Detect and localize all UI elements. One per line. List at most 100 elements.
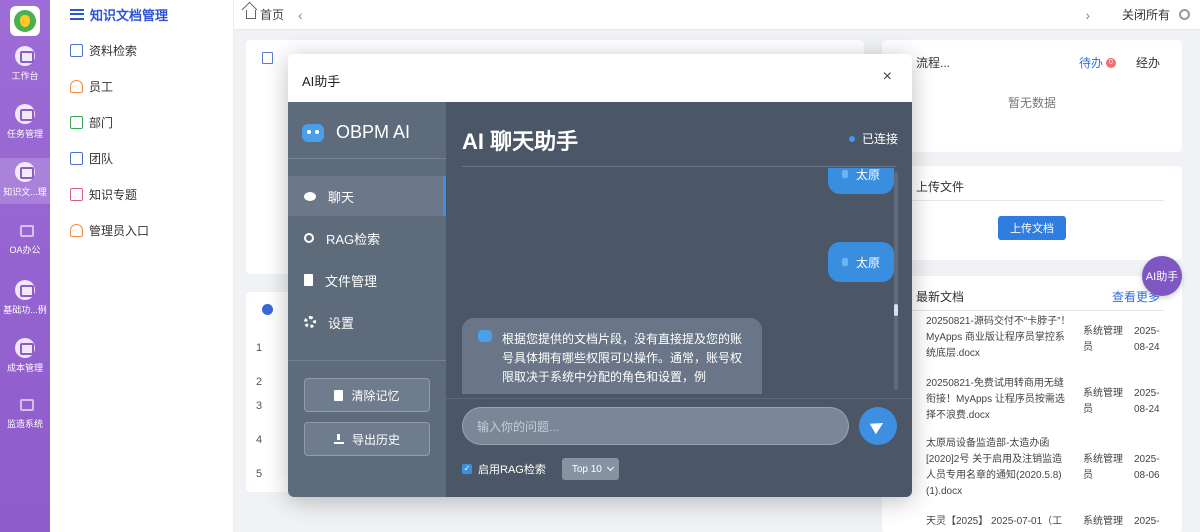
secondary-menu: 知识文档管理 资料检索 员工 部门 团队 知识专题 管理员入口	[50, 0, 234, 532]
doc-date: 2025-08-24	[1134, 388, 1160, 415]
doc-title[interactable]: 20250821-免费试用转商用无缝衔接！MyApps 让程序员按需选择不浪费.…	[926, 376, 1072, 424]
input-placeholder: 输入你的问题...	[477, 419, 560, 434]
org-icon	[70, 115, 83, 129]
nav-chat[interactable]: 聊天	[288, 176, 446, 216]
rail-item-supervision[interactable]: 监造系统	[0, 394, 50, 434]
list-item[interactable]: 20250821-免费试用转商用无缝衔接！MyApps 让程序员按需选择不浪费.…	[926, 376, 1166, 432]
workflow-panel: 流程... 待办 0 经办 暂无数据	[882, 40, 1182, 152]
menu-item-label: 资料检索	[89, 43, 138, 58]
chat-main: AI 聊天助手 已连接 太原 太原 根据您提供的文档片段，没有直接提及您的账号具…	[446, 102, 912, 497]
rail-item-tasks[interactable]: 任务管理	[0, 104, 50, 144]
doc-author: 系统管理员	[1083, 326, 1123, 353]
upload-panel: 上传文件 上传文档	[882, 166, 1182, 260]
doc-title[interactable]: 20250821-源码交付不“卡脖子”！MyApps 商业版让程序员掌控系统底层…	[926, 314, 1072, 362]
dialog-sidebar: OBPM AI 聊天 RAG检索 文件管理 设置 清除记忆 导出历史	[288, 102, 446, 497]
menu-item-admin[interactable]: 管理员入口	[70, 222, 149, 238]
table-row: 4	[256, 434, 263, 446]
trash-icon	[334, 389, 344, 401]
rail-item-cost[interactable]: 成本管理	[0, 338, 50, 378]
app-rail: 工作台 任务管理 知识文...理 OA办公 基础功...例 成本管理 监造系统	[0, 0, 50, 532]
topbar: 首页 ‹ › 关闭所有	[234, 0, 1200, 30]
message-list[interactable]: 太原 太原 根据您提供的文档片段，没有直接提及您的账号具体拥有哪些权限可以操作。…	[446, 168, 912, 394]
rail-item-basic[interactable]: 基础功...例	[0, 280, 50, 320]
close-all-button[interactable]: 关闭所有	[1122, 6, 1170, 23]
send-button[interactable]	[859, 407, 897, 445]
menu-item-label: 知识专题	[89, 187, 138, 202]
nav-file-management[interactable]: 文件管理	[288, 260, 446, 300]
rag-checkbox[interactable]: ✓	[462, 464, 472, 474]
rail-item-label: 监造系统	[6, 419, 43, 429]
rail-item-label: 基础功...例	[3, 305, 47, 315]
table-row: 1	[256, 342, 263, 354]
nav-rag-search[interactable]: RAG检索	[288, 218, 446, 258]
message-text: 太原	[855, 255, 880, 270]
menu-item-label: 管理员入口	[89, 223, 150, 238]
chat-scrollbar[interactable]	[894, 172, 898, 390]
topk-select[interactable]: Top 10	[561, 458, 619, 480]
tab-todo-label: 待办	[1078, 56, 1103, 70]
tabs-prev-button[interactable]: ‹	[298, 7, 303, 23]
rail-item-label: 工作台	[11, 71, 39, 81]
ai-message: 根据您提供的文档片段，没有直接提及您的账号具体拥有哪些权限可以操作。通常，账号权…	[462, 318, 762, 394]
rail-item-label: 知识文...理	[3, 187, 47, 197]
menu-item-department[interactable]: 部门	[70, 114, 113, 130]
ai-assistant-fab[interactable]: AI助手	[1142, 256, 1182, 296]
rag-label[interactable]: 启用RAG检索	[478, 461, 546, 477]
rag-options: ✓ 启用RAG检索 Top 10	[462, 458, 619, 480]
clear-memory-button[interactable]: 清除记忆	[304, 378, 430, 412]
doc-author: 系统管理员	[1083, 388, 1123, 415]
list-item[interactable]: 天灵【2025】 2025-07-01（工 系统管理 2025-08-	[926, 514, 1166, 532]
tab-todo[interactable]: 待办 0	[1079, 54, 1116, 71]
upload-button[interactable]: 上传文档	[998, 216, 1066, 240]
rail-item-label: 成本管理	[6, 363, 43, 373]
table-row: 2	[256, 376, 263, 388]
todo-count-badge: 0	[1105, 57, 1116, 68]
tabs-next-button[interactable]: ›	[1085, 7, 1090, 23]
rail-item-knowledge[interactable]: 知识文...理	[0, 158, 50, 204]
user-avatar-icon	[841, 258, 848, 266]
doc-title[interactable]: 太原局设备监造部-太造办函[2020]2号 关于启用及注销监造人员专用名章的通知…	[926, 436, 1072, 500]
nav-settings[interactable]: 设置	[288, 302, 446, 342]
doc-icon	[262, 52, 273, 64]
message-text: 根据您提供的文档片段，没有直接提及您的账号具体拥有哪些权限可以操作。通常，账号权…	[502, 332, 743, 384]
menu-item-search[interactable]: 资料检索	[70, 42, 137, 58]
chat-title: AI 聊天助手	[462, 129, 579, 154]
question-input[interactable]: 输入你的问题...	[462, 407, 849, 445]
tab-home-label: 首页	[260, 8, 285, 22]
app-logo[interactable]	[10, 6, 40, 36]
divider	[912, 310, 1164, 311]
tab-home[interactable]: 首页	[246, 6, 284, 23]
menu-item-team[interactable]: 团队	[70, 150, 113, 166]
doc-date: 2025-08-	[1134, 516, 1160, 527]
list-item[interactable]: 20250821-源码交付不“卡脖子”！MyApps 商业版让程序员掌控系统底层…	[926, 314, 1166, 370]
divider	[912, 200, 1164, 201]
menu-title[interactable]: 知识文档管理	[70, 6, 169, 23]
menu-item-label: 团队	[89, 151, 114, 166]
gear-icon[interactable]	[1179, 9, 1190, 20]
monitor-icon	[15, 162, 35, 182]
chevron-down-icon	[606, 463, 614, 472]
menu-title-label: 知识文档管理	[90, 7, 169, 23]
rail-item-label: OA办公	[9, 245, 41, 255]
user-icon	[70, 79, 83, 93]
latest-docs-panel: 最新文档 查看更多 20250821-源码交付不“卡脖子”！MyApps 商业版…	[882, 276, 1182, 532]
export-history-button[interactable]: 导出历史	[304, 422, 430, 456]
book-icon	[70, 187, 83, 201]
close-icon[interactable]: ×	[883, 68, 892, 86]
table-row: 3	[256, 400, 263, 412]
tab-done[interactable]: 经办	[1136, 54, 1160, 71]
divider	[288, 360, 446, 361]
menu-item-staff[interactable]: 员工	[70, 78, 113, 94]
menu-item-topics[interactable]: 知识专题	[70, 186, 137, 202]
doc-author: 系统管理	[1083, 516, 1123, 527]
doc-title[interactable]: 天灵【2025】 2025-07-01（工	[926, 514, 1072, 530]
message-text: 太原	[855, 168, 880, 182]
rail-item-oa[interactable]: OA办公	[0, 220, 50, 260]
rail-item-workbench[interactable]: 工作台	[0, 46, 50, 86]
scrollbar-thumb[interactable]	[894, 304, 898, 316]
robot-icon	[302, 123, 324, 142]
rail-item-label: 任务管理	[6, 129, 43, 139]
list-item[interactable]: 太原局设备监造部-太造办函[2020]2号 关于启用及注销监造人员专用名章的通知…	[926, 436, 1166, 508]
monitor-icon	[15, 104, 35, 124]
divider	[462, 166, 896, 167]
